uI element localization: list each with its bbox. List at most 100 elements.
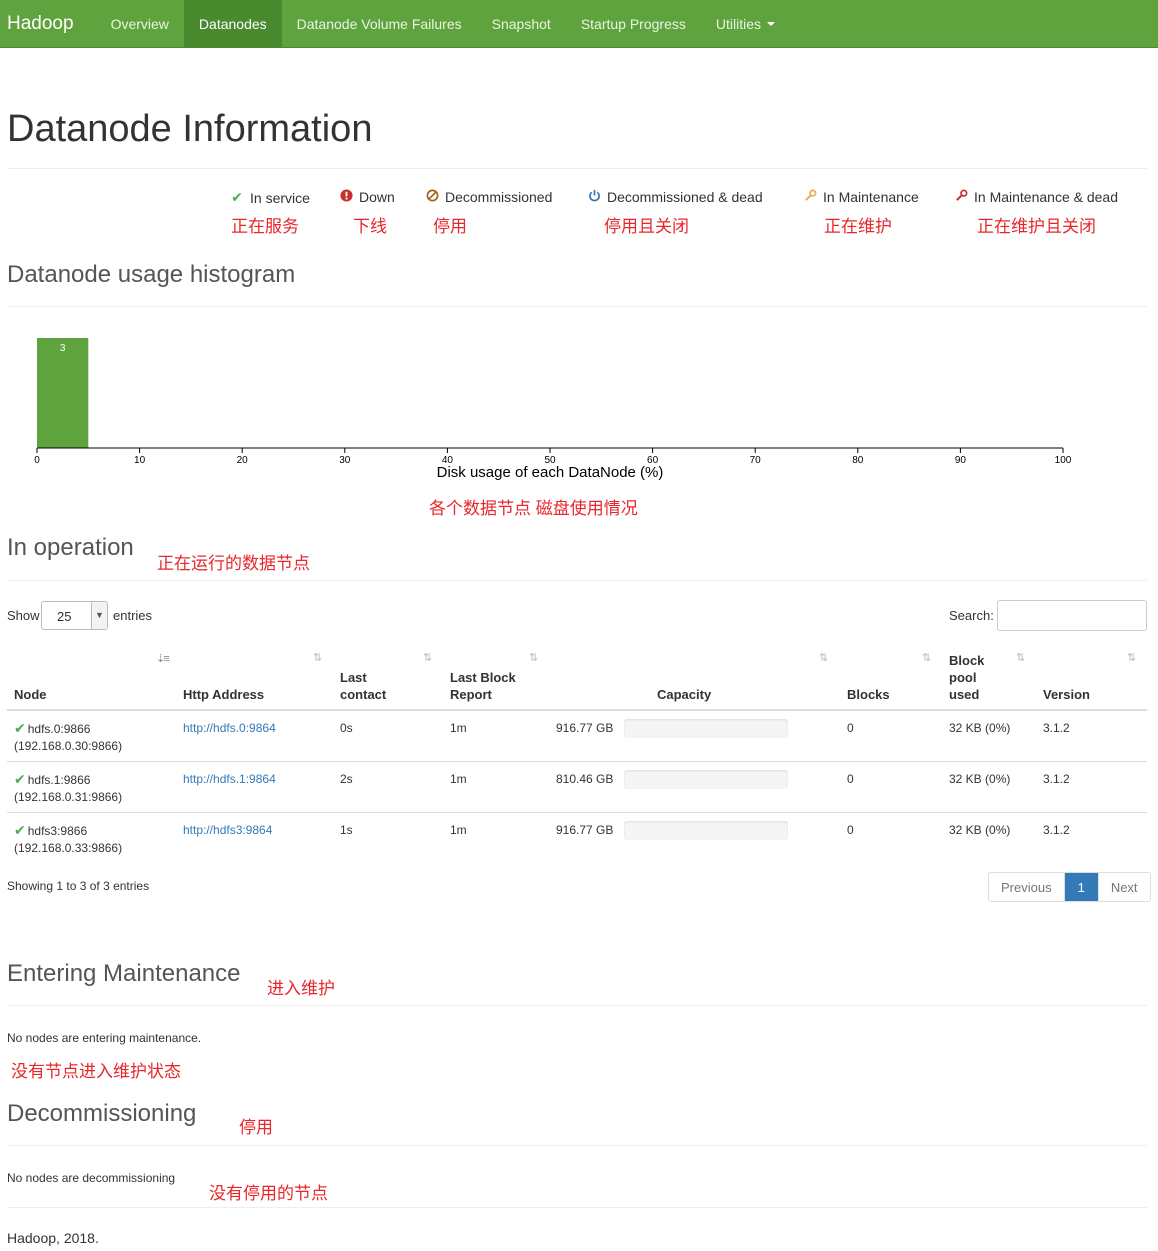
legend-label: In Maintenance	[823, 189, 919, 205]
legend-label: Decommissioned & dead	[607, 189, 763, 205]
show-label: Show	[7, 608, 40, 623]
node-cell: ✔ hdfs3:9866 (192.168.0.33:9866)	[14, 822, 122, 857]
node-ip: (192.168.0.33:9866)	[14, 841, 123, 855]
column-blocks[interactable]: Blocks	[847, 686, 890, 703]
annotation-decommissioned-dead: 停用且关闭	[604, 217, 689, 236]
x-tick-label: 10	[134, 455, 146, 466]
capacity-cell: 916.77 GB	[556, 823, 614, 837]
check-icon: ✔	[231, 189, 243, 205]
x-tick-label: 100	[1055, 455, 1072, 466]
row-divider	[7, 812, 1147, 813]
divider	[7, 580, 1147, 581]
sort-icon[interactable]: ⇅	[423, 651, 432, 664]
blocks-cell: 0	[847, 721, 854, 735]
nav-startup-progress[interactable]: Startup Progress	[566, 0, 701, 47]
last-block-report-cell: 1m	[450, 772, 467, 786]
last-contact-cell: 2s	[340, 772, 353, 786]
column-last-block-report[interactable]: Last Block Report	[450, 669, 516, 703]
sort-icon[interactable]: ⇅	[922, 651, 931, 664]
bar-count-label: 3	[60, 343, 66, 354]
column-node[interactable]: Node	[14, 686, 47, 703]
annotation-in-service: 正在服务	[231, 217, 299, 236]
sort-icon[interactable]: ⇅	[529, 651, 538, 664]
footer: Hadoop, 2018.	[7, 1230, 99, 1246]
nav-snapshot[interactable]: Snapshot	[477, 0, 566, 47]
x-tick-label: 80	[852, 455, 864, 466]
check-icon: ✔	[14, 720, 26, 736]
page-title: Datanode Information	[7, 108, 373, 150]
entering-maintenance-message: No nodes are entering maintenance.	[7, 1031, 202, 1045]
histogram-heading: Datanode usage histogram	[7, 261, 296, 288]
annotation-in-maintenance-dead: 正在维护且关闭	[977, 217, 1096, 236]
divider	[7, 306, 1147, 307]
nav-datanode-volume-failures[interactable]: Datanode Volume Failures	[282, 0, 477, 47]
top-navbar: Hadoop Overview Datanodes Datanode Volum…	[0, 0, 1158, 48]
legend-in-maintenance-dead: In Maintenance & dead	[954, 189, 1118, 205]
version-cell: 3.1.2	[1043, 721, 1070, 735]
last-contact-cell: 1s	[340, 823, 353, 837]
brand-logo[interactable]: Hadoop	[0, 0, 96, 47]
x-tick-label: 0	[34, 455, 40, 466]
ban-icon	[425, 189, 439, 205]
http-address-link[interactable]: http://hdfs3:9864	[183, 822, 272, 839]
nav-utilities-dropdown[interactable]: Utilities	[701, 0, 790, 47]
histogram-bar	[37, 338, 89, 448]
block-pool-used-cell: 32 KB (0%)	[949, 823, 1011, 837]
sort-asc-icon[interactable]: ⇣≡	[156, 652, 170, 665]
node-name: hdfs.1:9866	[27, 773, 91, 787]
search-input[interactable]	[997, 600, 1147, 631]
column-block-pool-used[interactable]: Block pool used	[949, 652, 984, 703]
decommissioning-message: No nodes are decommissioning	[7, 1171, 176, 1185]
annotation-decommissioned: 停用	[433, 217, 467, 236]
column-label-line: Last Block	[450, 670, 516, 685]
legend-in-service: ✔ In service	[230, 189, 310, 206]
legend-down: Down	[339, 189, 395, 205]
previous-page-button[interactable]: Previous	[989, 873, 1065, 901]
column-capacity[interactable]: Capacity	[657, 686, 711, 703]
decommissioning-heading: Decommissioning	[7, 1100, 197, 1127]
column-version[interactable]: Version	[1043, 686, 1090, 703]
sort-icon[interactable]: ⇅	[1127, 651, 1136, 664]
page-1-button[interactable]: 1	[1064, 873, 1099, 901]
last-block-report-cell: 1m	[450, 721, 467, 735]
legend-label: In Maintenance & dead	[974, 189, 1118, 205]
block-pool-used-cell: 32 KB (0%)	[949, 721, 1011, 735]
column-label-line: Last	[340, 670, 367, 685]
page-size-select[interactable]: 25 ▼	[41, 601, 108, 630]
node-ip: (192.168.0.31:9866)	[14, 790, 123, 804]
wrench-icon	[803, 189, 817, 205]
blocks-cell: 0	[847, 772, 854, 786]
legend-label: Down	[359, 189, 395, 205]
pagination: Previous 1 Next	[988, 872, 1151, 902]
sort-icon[interactable]: ⇅	[1016, 651, 1025, 664]
node-cell: ✔ hdfs.0:9866 (192.168.0.30:9866)	[14, 720, 122, 755]
divider	[7, 1005, 1147, 1006]
in-operation-annotation: 正在运行的数据节点	[157, 554, 310, 573]
decommissioning-annotation: 停用	[239, 1118, 273, 1137]
entries-label: entries	[113, 608, 153, 623]
column-http-address[interactable]: Http Address	[183, 686, 264, 703]
table-info: Showing 1 to 3 of 3 entries	[7, 879, 150, 893]
http-address-link[interactable]: http://hdfs.0:9864	[183, 720, 276, 737]
x-axis-label: Disk usage of each DataNode (%)	[437, 464, 664, 480]
node-cell: ✔ hdfs.1:9866 (192.168.0.31:9866)	[14, 771, 122, 806]
decommissioning-message-annotation: 没有停用的节点	[209, 1184, 328, 1203]
wrench-icon	[954, 189, 968, 205]
divider	[7, 168, 1147, 169]
search-label: Search:	[949, 608, 994, 623]
nav-datanodes[interactable]: Datanodes	[183, 0, 282, 47]
column-label-line: contact	[340, 687, 387, 702]
annotation-in-maintenance: 正在维护	[824, 217, 892, 236]
entering-maintenance-message-annotation: 没有节点进入维护状态	[11, 1062, 181, 1081]
check-icon: ✔	[14, 822, 26, 838]
version-cell: 3.1.2	[1043, 823, 1070, 837]
sort-icon[interactable]: ⇅	[819, 651, 828, 664]
legend-in-maintenance: In Maintenance	[803, 189, 919, 205]
capacity-bar	[624, 821, 788, 840]
http-address-link[interactable]: http://hdfs.1:9864	[183, 771, 276, 788]
sort-icon[interactable]: ⇅	[313, 651, 322, 664]
next-page-button[interactable]: Next	[1099, 873, 1150, 901]
nav-overview[interactable]: Overview	[96, 0, 184, 47]
column-last-contact[interactable]: Last contact	[340, 669, 386, 703]
entering-maintenance-annotation: 进入维护	[267, 979, 335, 998]
